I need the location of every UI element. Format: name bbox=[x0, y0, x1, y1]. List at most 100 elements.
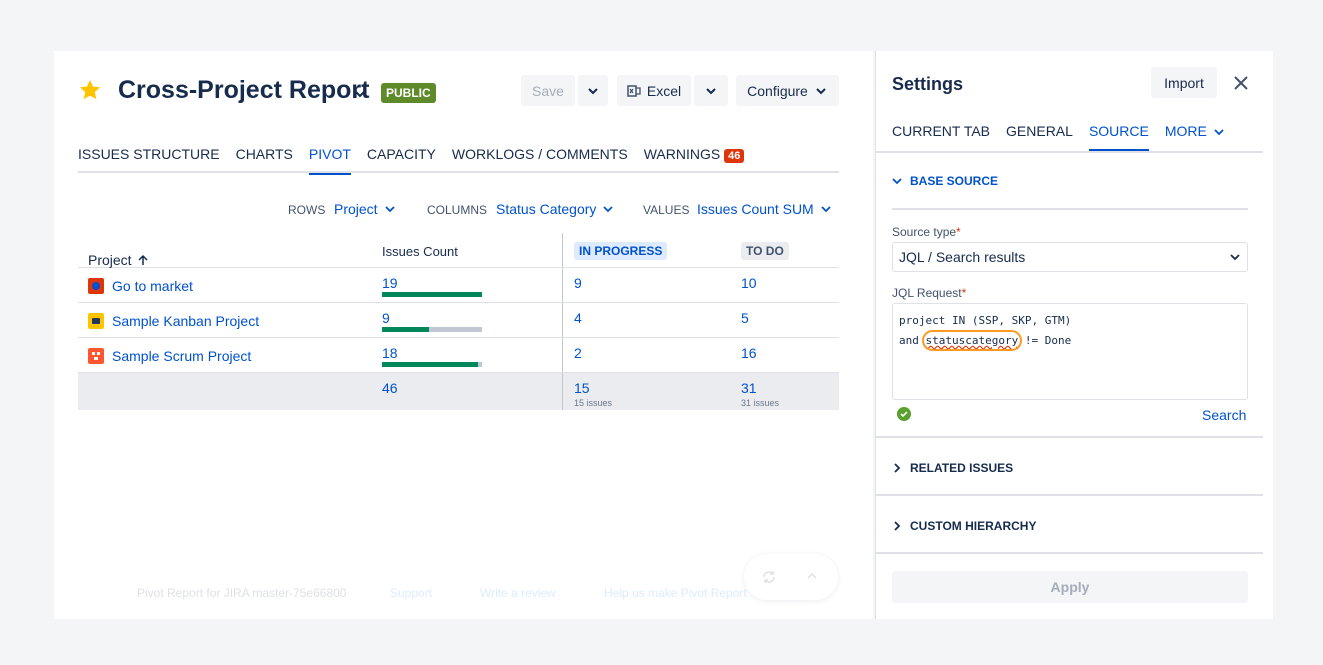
columns-label: COLUMNS bbox=[427, 203, 488, 217]
floating-toolbar bbox=[744, 554, 838, 600]
chevron-down-icon bbox=[706, 87, 716, 94]
divider bbox=[876, 552, 1263, 554]
jql-condition: != Done bbox=[1018, 334, 1072, 347]
source-type-label: Source type* bbox=[892, 225, 961, 239]
tab-warnings-label: WARNINGS bbox=[643, 146, 721, 162]
report-area: Cross-Project Report PUBLIC Save Excel C… bbox=[54, 51, 873, 619]
source-type-select[interactable]: JQL / Search results bbox=[892, 242, 1248, 272]
chevron-down-icon bbox=[821, 206, 831, 213]
tab-more[interactable]: MORE bbox=[1165, 123, 1225, 151]
search-link[interactable]: Search bbox=[1202, 407, 1246, 423]
apply-button[interactable]: Apply bbox=[892, 571, 1248, 603]
chevron-down-icon bbox=[892, 178, 902, 185]
chevron-right-icon bbox=[894, 521, 901, 531]
source-type-value: JQL / Search results bbox=[899, 249, 1026, 265]
footer-version: Pivot Report for JIRA master-75e66800 bbox=[137, 586, 347, 600]
chevron-down-icon bbox=[588, 87, 598, 94]
divider bbox=[892, 208, 1248, 210]
close-icon[interactable] bbox=[1232, 74, 1250, 92]
jql-request-textarea[interactable]: project IN (SSP, SKP, GTM) and statuscat… bbox=[892, 303, 1248, 400]
count-bar bbox=[382, 327, 482, 332]
total-count-link[interactable]: 46 bbox=[382, 380, 398, 417]
save-button[interactable]: Save bbox=[521, 75, 575, 106]
star-icon[interactable] bbox=[78, 78, 102, 102]
rows-select[interactable]: Project bbox=[334, 201, 396, 217]
settings-tabs: CURRENT TAB GENERAL SOURCE MORE bbox=[876, 123, 1263, 153]
import-button[interactable]: Import bbox=[1151, 67, 1217, 98]
tab-worklogs-comments[interactable]: WORKLOGS / COMMENTS bbox=[452, 146, 628, 173]
divider bbox=[876, 436, 1263, 438]
project-avatar-icon bbox=[88, 348, 104, 364]
tab-charts[interactable]: CHARTS bbox=[236, 146, 293, 173]
column-divider bbox=[562, 233, 563, 267]
custom-hierarchy-label: CUSTOM HIERARCHY bbox=[910, 519, 1037, 533]
values-select[interactable]: Issues Count SUM bbox=[697, 201, 832, 217]
jql-line-2: and statuscategory != Done bbox=[899, 330, 1241, 351]
custom-hierarchy-toggle[interactable]: CUSTOM HIERARCHY bbox=[892, 519, 1036, 533]
total-in-progress-sub: 15 issues bbox=[574, 398, 613, 408]
chevron-down-icon bbox=[1214, 129, 1224, 136]
save-options-button[interactable] bbox=[578, 75, 608, 106]
divider bbox=[876, 494, 1263, 496]
jql-line-1: project IN (SSP, SKP, GTM) bbox=[899, 314, 1072, 327]
rows-value: Project bbox=[334, 201, 378, 217]
project-avatar-icon bbox=[88, 313, 104, 329]
warnings-count-badge: 46 bbox=[724, 149, 745, 163]
tab-source[interactable]: SOURCE bbox=[1088, 123, 1149, 151]
settings-title: Settings bbox=[892, 74, 964, 94]
column-divider bbox=[562, 373, 563, 410]
column-divider bbox=[562, 338, 563, 372]
values-label: VALUES bbox=[643, 203, 690, 217]
chevron-down-icon bbox=[1230, 254, 1240, 261]
excel-options-button[interactable] bbox=[694, 75, 728, 106]
jql-highlighted-field: statuscategory bbox=[921, 330, 1023, 351]
in-progress-header: IN PROGRESS bbox=[574, 242, 668, 260]
table-row: Sample Kanban Project 9 4 5 bbox=[78, 303, 839, 338]
excel-icon bbox=[627, 84, 641, 97]
chevron-down-icon[interactable] bbox=[353, 87, 367, 101]
table-header-row: Project Issues Count IN PROGRESS TO DO bbox=[78, 233, 839, 268]
tab-pivot[interactable]: PIVOT bbox=[308, 146, 351, 175]
pivot-table: Project Issues Count IN PROGRESS TO DO G… bbox=[78, 233, 839, 410]
settings-panel: Settings Import CURRENT TAB GENERAL SOUR… bbox=[875, 51, 1273, 619]
column-divider bbox=[562, 268, 563, 302]
table-total-row: 46 15 15 issues 31 31 issues bbox=[78, 373, 839, 410]
tab-capacity[interactable]: CAPACITY bbox=[367, 146, 436, 173]
chevron-down-icon bbox=[816, 87, 826, 94]
configure-label: Configure bbox=[747, 82, 808, 99]
tab-issues-structure[interactable]: ISSUES STRUCTURE bbox=[78, 146, 220, 173]
related-issues-label: RELATED ISSUES bbox=[910, 461, 1014, 475]
count-bar-fill bbox=[382, 327, 429, 332]
configure-button[interactable]: Configure bbox=[736, 75, 839, 106]
excel-button[interactable]: Excel bbox=[617, 75, 691, 106]
footer-help-link[interactable]: Help us make Pivot Report bbox=[604, 586, 747, 600]
base-source-toggle[interactable]: BASE SOURCE bbox=[892, 174, 998, 188]
footer-review-link[interactable]: Write a review bbox=[480, 586, 556, 600]
table-row: Go to market 19 9 10 bbox=[78, 268, 839, 303]
report-tabs: ISSUES STRUCTURE CHARTS PIVOT CAPACITY W… bbox=[78, 146, 839, 175]
tab-warnings[interactable]: WARNINGS 46 bbox=[644, 146, 745, 173]
footer-support-link[interactable]: Support bbox=[390, 586, 432, 600]
jql-keyword-and: and bbox=[899, 334, 926, 347]
tab-general[interactable]: GENERAL bbox=[1006, 123, 1073, 151]
to-do-header: TO DO bbox=[741, 242, 789, 260]
columns-select[interactable]: Status Category bbox=[496, 201, 614, 217]
excel-label: Excel bbox=[646, 82, 682, 99]
total-to-do-sub: 31 issues bbox=[741, 398, 780, 408]
count-bar bbox=[382, 362, 482, 367]
required-mark: * bbox=[956, 225, 961, 239]
chevron-up-icon[interactable] bbox=[806, 570, 818, 582]
project-avatar-icon bbox=[88, 278, 104, 294]
related-issues-toggle[interactable]: RELATED ISSUES bbox=[892, 461, 1013, 475]
jql-request-label: JQL Request* bbox=[892, 286, 966, 300]
refresh-icon[interactable] bbox=[762, 570, 776, 584]
count-bar bbox=[382, 292, 482, 297]
columns-value: Status Category bbox=[496, 201, 597, 217]
arrow-up-icon bbox=[138, 254, 148, 265]
count-bar-fill bbox=[382, 292, 482, 297]
rows-label: ROWS bbox=[288, 203, 326, 217]
tab-current-tab[interactable]: CURRENT TAB bbox=[892, 123, 990, 151]
chevron-down-icon bbox=[603, 206, 614, 213]
column-divider bbox=[562, 303, 563, 337]
check-circle-icon bbox=[897, 407, 911, 421]
